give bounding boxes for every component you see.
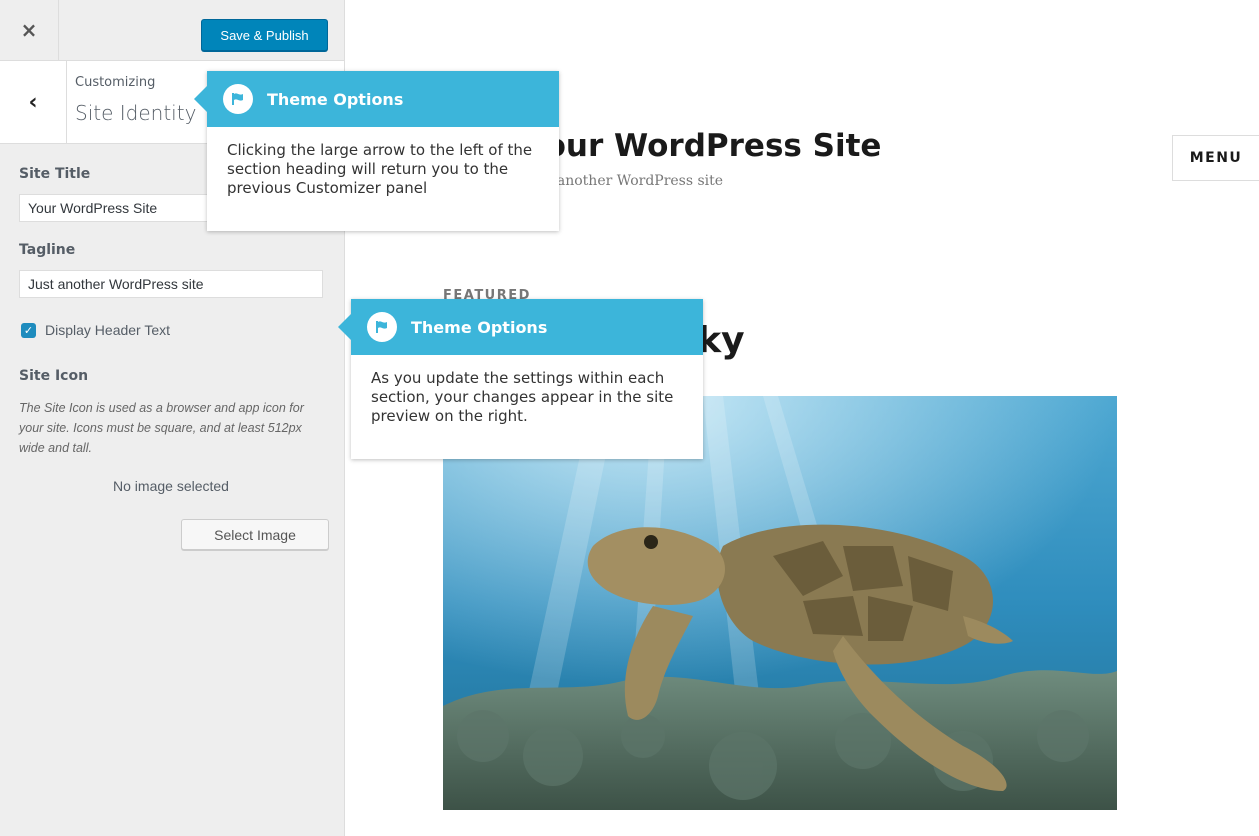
flag-icon (367, 312, 397, 342)
back-arrow-icon[interactable]: ‹ (0, 61, 67, 143)
tooltip-title: Theme Options (267, 89, 404, 109)
site-icon-description: The Site Icon is used as a browser and a… (19, 401, 304, 455)
tooltip-pointer (194, 85, 208, 113)
tagline-input[interactable]: Just another WordPress site (19, 270, 323, 298)
tooltip-pointer (338, 313, 352, 341)
tooltip-header: Theme Options (194, 71, 559, 127)
close-icon[interactable]: × (0, 0, 59, 60)
display-header-text-checkbox[interactable]: ✓ (21, 323, 36, 338)
no-image-text: No image selected (113, 478, 229, 494)
select-image-button[interactable]: Select Image (181, 519, 329, 550)
tooltip-title: Theme Options (411, 317, 548, 337)
section-title: Site Identity (75, 101, 197, 125)
tooltip-header: Theme Options (338, 299, 703, 355)
tooltip-theme-options-2: Theme Options As you update the settings… (338, 299, 703, 459)
menu-button[interactable]: MENU (1172, 135, 1259, 181)
site-icon-label: Site Icon (19, 368, 89, 384)
tooltip-body: Clicking the large arrow to the left of … (227, 141, 533, 197)
site-title-label: Site Title (19, 166, 91, 182)
tooltip-body: As you update the settings within each s… (371, 369, 674, 425)
flag-icon (223, 84, 253, 114)
display-header-text-label[interactable]: Display Header Text (45, 322, 170, 338)
save-publish-button[interactable]: Save & Publish (201, 19, 328, 51)
tagline-label: Tagline (19, 242, 76, 258)
customizer-header: × Save & Publish (0, 0, 344, 61)
tooltip-theme-options-1: Theme Options Clicking the large arrow t… (194, 71, 559, 231)
preview-site-title[interactable]: Your WordPress Site (525, 128, 881, 164)
customizing-label: Customizing (75, 75, 156, 90)
